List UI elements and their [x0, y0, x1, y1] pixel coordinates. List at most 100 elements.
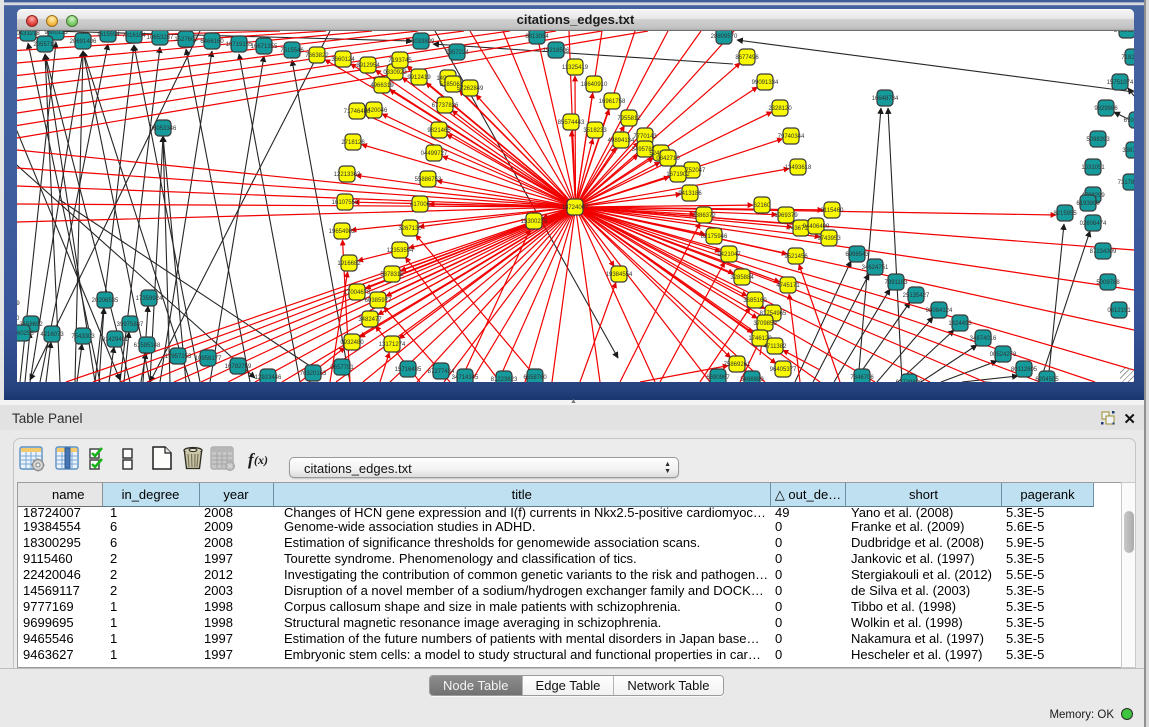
- svg-text:60385977: 60385977: [365, 298, 392, 304]
- svg-text:16782759: 16782759: [225, 364, 252, 370]
- svg-text:6466160: 6466160: [200, 39, 224, 45]
- svg-text:13171274: 13171274: [379, 342, 406, 348]
- svg-text:99091334: 99091334: [752, 80, 779, 86]
- svg-text:55886753: 55886753: [415, 177, 442, 183]
- svg-text:20206535: 20206535: [92, 298, 119, 304]
- svg-text:9115460: 9115460: [821, 208, 845, 214]
- svg-text:7816184: 7816184: [122, 33, 146, 39]
- svg-text:62729806: 62729806: [896, 380, 923, 382]
- svg-text:12923446: 12923446: [255, 375, 282, 381]
- svg-text:3518233: 3518233: [583, 128, 607, 134]
- svg-text:28809570: 28809570: [711, 34, 738, 40]
- svg-text:2055712: 2055712: [33, 42, 57, 48]
- svg-text:75869261: 75869261: [724, 362, 751, 368]
- svg-text:85574443: 85574443: [558, 120, 585, 126]
- svg-text:17004678: 17004678: [344, 290, 371, 296]
- svg-text:5009788: 5009788: [1096, 280, 1120, 286]
- svg-text:8813054: 8813054: [525, 34, 549, 40]
- svg-text:15716485: 15716485: [395, 367, 422, 373]
- svg-text:9413186: 9413186: [678, 191, 702, 197]
- svg-text:6690967: 6690967: [706, 375, 730, 381]
- svg-text:3482477: 3482477: [358, 317, 382, 323]
- svg-text:4745171: 4745171: [776, 283, 800, 289]
- svg-text:6658760: 6658760: [523, 375, 547, 381]
- svg-text:49894134: 49894134: [608, 138, 635, 144]
- svg-text:16033809: 16033809: [408, 39, 435, 45]
- svg-text:82175946: 82175946: [701, 234, 728, 240]
- svg-text:7386372: 7386372: [692, 213, 716, 219]
- svg-text:13493618: 13493618: [785, 165, 812, 171]
- svg-text:67737826: 67737826: [432, 103, 459, 109]
- svg-text:1527602: 1527602: [174, 37, 198, 43]
- svg-text:19654982: 19654982: [329, 229, 356, 235]
- svg-text:12213363: 12213363: [334, 172, 361, 178]
- svg-text:2260256: 2260256: [17, 331, 34, 337]
- svg-text:3685160: 3685160: [743, 298, 767, 304]
- svg-text:15751074: 15751074: [1107, 80, 1134, 86]
- svg-text:5098393: 5098393: [1086, 137, 1110, 143]
- svg-text:2328120: 2328120: [768, 106, 792, 112]
- svg-text:62160: 62160: [754, 203, 771, 209]
- svg-text:17957253: 17957253: [165, 354, 192, 360]
- svg-text:20691406: 20691406: [70, 39, 97, 45]
- svg-text:1615594: 1615594: [96, 32, 120, 38]
- svg-text:0932480: 0932480: [340, 340, 364, 346]
- svg-text:7193745: 7193745: [388, 58, 412, 64]
- svg-text:9521456: 9521456: [784, 254, 808, 260]
- svg-text:34624751: 34624751: [862, 265, 889, 271]
- svg-text:9600133: 9600133: [44, 31, 68, 36]
- svg-text:96405377: 96405377: [770, 367, 797, 373]
- svg-text:16671355: 16671355: [251, 44, 278, 50]
- svg-text:7663822: 7663822: [305, 53, 329, 59]
- svg-text:19218506: 19218506: [543, 48, 570, 54]
- svg-text:26053346: 26053346: [150, 126, 177, 132]
- svg-text:18724007: 18724007: [562, 205, 589, 211]
- svg-text:0812191: 0812191: [1107, 308, 1131, 314]
- svg-text:16648784: 16648784: [872, 96, 899, 102]
- svg-text:0433218: 0433218: [17, 31, 40, 37]
- svg-text:3285884: 3285884: [730, 275, 754, 281]
- svg-text:1969379: 1969379: [774, 213, 798, 219]
- svg-text:8721489: 8721489: [17, 301, 20, 307]
- svg-text:(x): (x): [254, 453, 268, 467]
- svg-text:417006: 417006: [410, 202, 431, 208]
- svg-text:9421047: 9421047: [717, 252, 741, 258]
- svg-text:5466889: 5466889: [740, 377, 764, 382]
- svg-text:73178108: 73178108: [1118, 180, 1134, 186]
- svg-text:3267130: 3267130: [398, 226, 422, 232]
- svg-text:7357224: 7357224: [445, 50, 469, 56]
- svg-text:25135427: 25135427: [903, 293, 930, 299]
- svg-text:3709859: 3709859: [753, 321, 777, 327]
- svg-text:34714345: 34714345: [452, 375, 479, 381]
- svg-text:7955812: 7955812: [617, 116, 641, 122]
- svg-text:7543303: 7543303: [71, 334, 95, 340]
- svg-text:7515546: 7515546: [280, 48, 304, 54]
- svg-text:61595148: 61595148: [134, 343, 161, 349]
- svg-text:17359924: 17359924: [136, 296, 163, 302]
- svg-text:18640910: 18640910: [581, 82, 608, 88]
- svg-text:2718126: 2718126: [341, 140, 365, 146]
- svg-text:8677496: 8677496: [735, 55, 759, 61]
- svg-text:6998543: 6998543: [845, 252, 869, 258]
- svg-text:1671902: 1671902: [666, 172, 690, 178]
- svg-text:7770143: 7770143: [633, 134, 657, 140]
- svg-text:1916682: 1916682: [337, 261, 361, 267]
- svg-text:10653287: 10653287: [147, 35, 174, 41]
- svg-text:79740344: 79740344: [778, 134, 805, 140]
- svg-text:4966319: 4966319: [370, 83, 394, 89]
- svg-text:71746488: 71746488: [344, 109, 371, 115]
- svg-text:7991183: 7991183: [885, 280, 909, 286]
- svg-text:8912954: 8912954: [356, 63, 380, 69]
- svg-text:10719155: 10719155: [226, 42, 253, 48]
- svg-text:1824493: 1824493: [948, 321, 972, 327]
- svg-text:12353594: 12353594: [387, 248, 414, 254]
- svg-text:39975887: 39975887: [117, 322, 144, 328]
- svg-text:1031051: 1031051: [1081, 165, 1105, 171]
- svg-text:80112805: 80112805: [1011, 367, 1038, 373]
- svg-text:00524278: 00524278: [990, 352, 1017, 358]
- svg-text:0330923: 0330923: [383, 70, 407, 76]
- svg-text:10958177: 10958177: [195, 356, 222, 362]
- svg-text:9657791: 9657791: [330, 365, 354, 371]
- svg-text:37631165: 37631165: [1114, 31, 1134, 34]
- svg-text:9821465: 9821465: [427, 128, 451, 134]
